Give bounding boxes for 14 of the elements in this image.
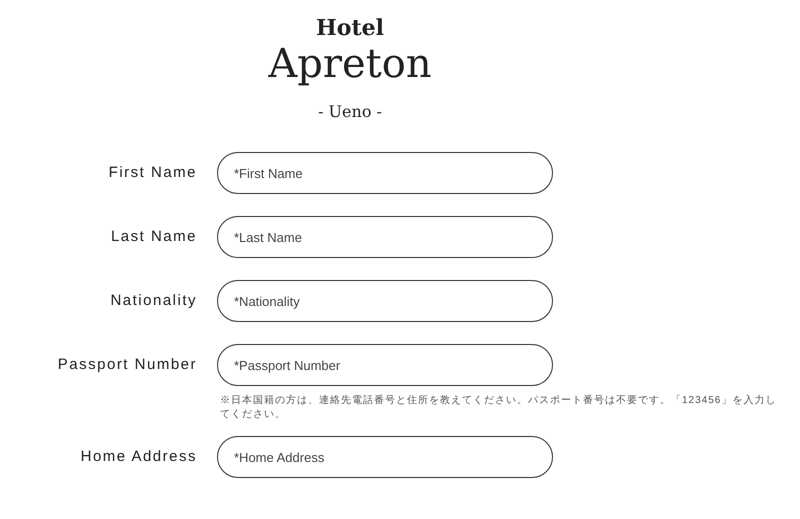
field-label: Nationality xyxy=(110,292,197,309)
text-input[interactable]: *Passport Number xyxy=(217,344,553,386)
text-input[interactable]: *Last Name xyxy=(217,216,553,258)
field-label: Last Name xyxy=(110,228,197,245)
field-label: Home Address xyxy=(80,448,197,465)
location-text: - Ueno - xyxy=(318,101,382,123)
text-input[interactable]: *First Name xyxy=(217,152,553,194)
text-input[interactable]: *Home Address xyxy=(217,436,553,478)
logo-text: Apreton xyxy=(268,42,432,86)
note-text: ※日本国籍の方は、連絡先電話番号と住所を教えてください。パスポート番号は不要です。「123456」を入力してください。 xyxy=(220,394,778,422)
text-input[interactable]: *Nationality xyxy=(217,280,553,322)
field-label: Passport Number xyxy=(58,356,197,373)
field-label: First Name xyxy=(108,164,197,181)
logo-text: Hotel xyxy=(316,14,384,42)
